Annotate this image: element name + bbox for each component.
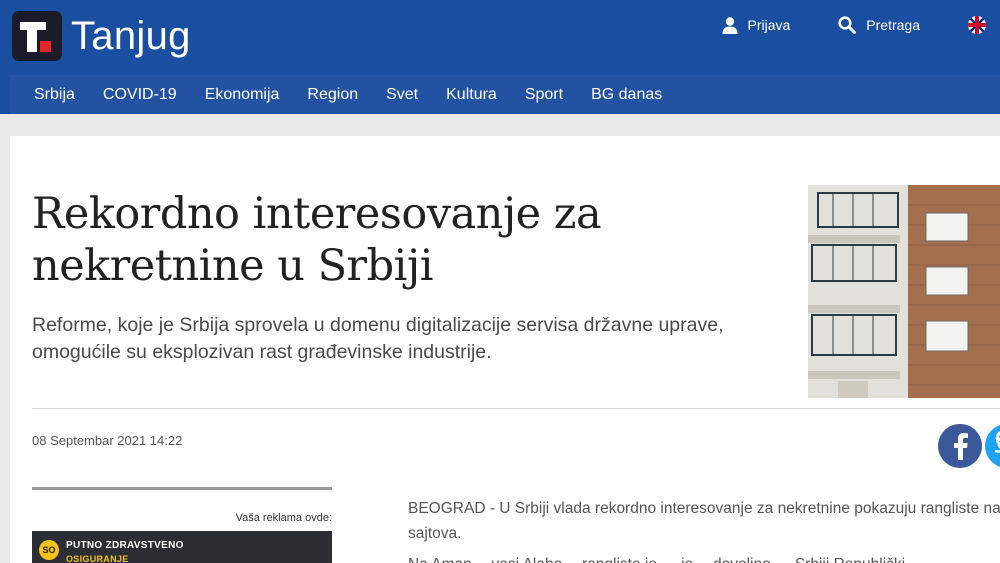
twitter-icon (994, 431, 1000, 453)
nav-item-sport[interactable]: Sport (525, 86, 563, 104)
facebook-share-button[interactable] (938, 424, 982, 468)
advertisement-banner[interactable]: SO PUTNO ZDRAVSTVENO OSIGURANJE (32, 531, 332, 563)
article-paragraph: BEOGRAD - U Srbiji vlada rekordno intere… (408, 496, 1000, 546)
facebook-icon (954, 433, 968, 460)
nav-item-ekonomija[interactable]: Ekonomija (205, 86, 280, 104)
article-hero-image (808, 185, 1000, 398)
twitter-share-button[interactable] (985, 424, 1000, 468)
ad-title: PUTNO ZDRAVSTVENO (66, 540, 184, 551)
article-date: 08 Septembar 2021 14:22 (32, 433, 183, 448)
user-icon (722, 16, 737, 34)
nav-item-svet[interactable]: Svet (386, 86, 418, 104)
search-label: Pretraga (866, 17, 920, 33)
article-paragraph-text: BEOGRAD - U Srbiji vlada rekordno intere… (408, 500, 1000, 517)
article-container: Rekordno interesovanje za nekretnine u S… (10, 136, 1000, 563)
logo-text: Tanjug (71, 13, 191, 58)
english-flag-icon[interactable] (968, 16, 986, 34)
login-button[interactable]: Prijava (722, 16, 791, 34)
article-paragraph: Na Aman… vesi Alabo… rangliste je … je… … (408, 552, 1000, 563)
header-actions: Prijava Pretraga (722, 0, 1000, 50)
search-button[interactable]: Pretraga (838, 16, 920, 34)
main-nav: Srbija COVID-19 Ekonomija Region Svet Ku… (0, 75, 1000, 114)
nav-item-srbija[interactable]: Srbija (34, 86, 75, 104)
ad-subtitle: OSIGURANJE (66, 554, 129, 563)
article-body: BEOGRAD - U Srbiji vlada rekordno intere… (408, 496, 1000, 563)
article-title: Rekordno interesovanje za nekretnine u S… (32, 189, 602, 291)
logo-mark-icon (12, 11, 62, 61)
ad-divider (32, 487, 332, 490)
ad-badge-icon: SO (39, 540, 59, 560)
nav-item-region[interactable]: Region (307, 86, 358, 104)
article-divider (32, 408, 1000, 409)
article-paragraph-text-cont: sajtova. (408, 525, 462, 542)
nav-item-kultura[interactable]: Kultura (446, 86, 497, 104)
nav-item-bg-danas[interactable]: BG danas (591, 86, 662, 104)
search-icon (838, 16, 857, 34)
site-logo[interactable]: Tanjug (12, 10, 191, 62)
article-lead: Reforme, koje je Srbija sprovela u domen… (32, 314, 724, 363)
header-bar: Tanjug Prijava Pretraga (0, 0, 1000, 75)
nav-item-covid-19[interactable]: COVID-19 (103, 86, 177, 104)
login-label: Prijava (747, 17, 791, 33)
ad-label: Vaša reklama ovde: (235, 512, 332, 524)
